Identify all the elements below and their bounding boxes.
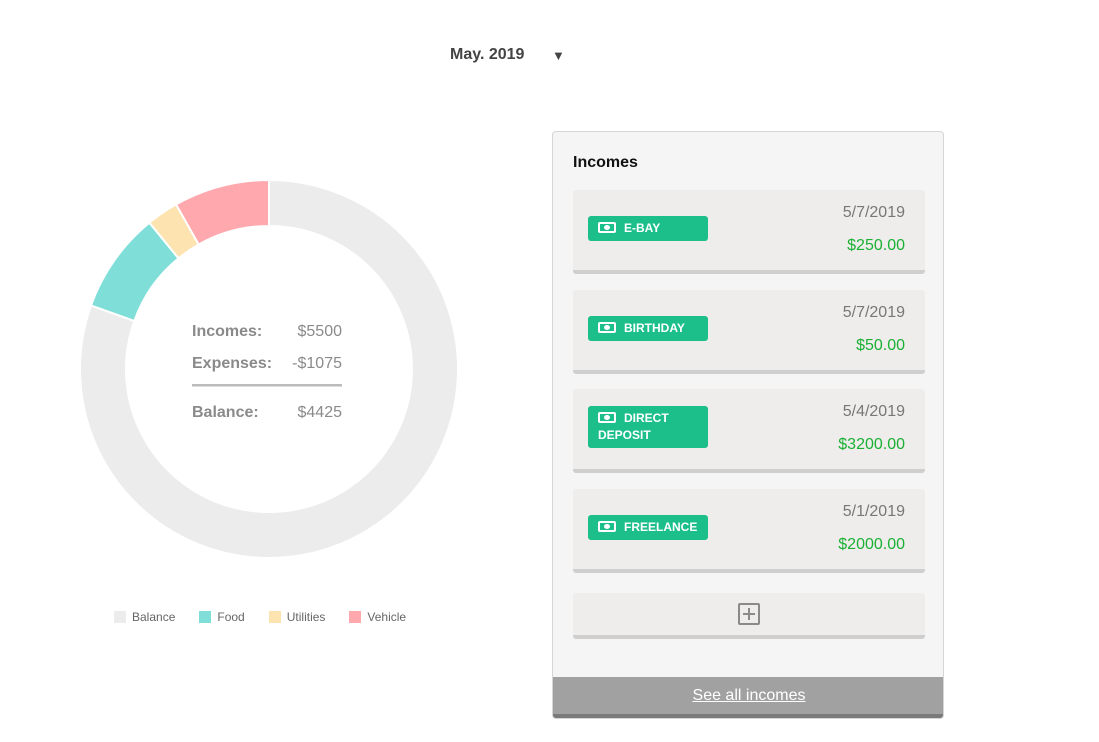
legend-item-vehicle[interactable]: Vehicle xyxy=(349,610,406,624)
legend-swatch xyxy=(199,611,212,623)
income-date: 5/7/2019 xyxy=(842,204,905,221)
summary-expenses-value: -$1075 xyxy=(292,355,342,372)
income-amount: $2000.00 xyxy=(838,536,905,553)
income-name: BIRTHDAY xyxy=(624,321,685,335)
incomes-panel: Incomes E-BAY 5/7/2019 $250.00 BIRTHDAY … xyxy=(552,131,944,719)
summary-balance-value: $4425 xyxy=(297,404,343,421)
legend-swatch xyxy=(268,611,281,623)
income-amount: $250.00 xyxy=(847,237,905,254)
legend-label: Food xyxy=(217,610,245,624)
month-select[interactable]: May. 2019 ▼ xyxy=(450,46,565,64)
income-amount: $3200.00 xyxy=(838,436,905,453)
month-select-value: May. 2019 xyxy=(450,46,525,63)
summary-incomes-value: $5500 xyxy=(297,323,343,340)
legend-swatch xyxy=(114,611,126,623)
money-icon xyxy=(598,521,616,532)
summary-balance-label: Balance: xyxy=(192,404,259,421)
add-income-button[interactable] xyxy=(573,593,925,639)
summary-expenses-label: Expenses: xyxy=(192,355,273,372)
plus-square-icon xyxy=(738,603,760,625)
income-amount: $50.00 xyxy=(856,337,905,354)
summary-expenses-row: Expenses: -$1075 xyxy=(192,348,342,380)
money-icon xyxy=(598,222,616,233)
income-date: 5/4/2019 xyxy=(842,403,905,420)
chart-legend: Balance Food Utilities Vehicle xyxy=(114,610,430,624)
legend-swatch xyxy=(349,611,362,623)
legend-label: Utilities xyxy=(286,610,326,624)
legend-item-balance[interactable]: Balance xyxy=(114,610,175,624)
income-tag: DIRECT DEPOSIT xyxy=(588,406,708,448)
incomes-panel-title: Incomes xyxy=(573,154,638,171)
income-item-direct-deposit[interactable]: DIRECT DEPOSIT 5/4/2019 $3200.00 xyxy=(573,389,925,473)
caret-down-icon: ▼ xyxy=(552,47,565,63)
summary-balance-row: Balance: $4425 xyxy=(192,397,342,429)
income-name: FREELANCE xyxy=(624,520,698,534)
income-date: 5/7/2019 xyxy=(842,304,905,321)
legend-label: Balance xyxy=(132,610,176,624)
summary-incomes-row: Incomes: $5500 xyxy=(192,316,342,348)
see-all-incomes-link[interactable]: See all incomes xyxy=(693,687,806,705)
income-tag: E-BAY xyxy=(588,216,708,241)
legend-item-utilities[interactable]: Utilities xyxy=(268,610,326,624)
balance-summary: Incomes: $5500 Expenses: -$1075 Balance:… xyxy=(192,316,342,429)
legend-label: Vehicle xyxy=(367,610,407,624)
income-item-freelance[interactable]: FREELANCE 5/1/2019 $2000.00 xyxy=(573,489,925,573)
summary-incomes-label: Incomes: xyxy=(192,323,263,340)
summary-divider xyxy=(192,384,342,387)
income-date: 5/1/2019 xyxy=(842,503,905,520)
income-tag: BIRTHDAY xyxy=(588,316,708,341)
money-icon xyxy=(598,322,616,333)
money-icon xyxy=(598,412,616,423)
income-item-birthday[interactable]: BIRTHDAY 5/7/2019 $50.00 xyxy=(573,290,925,374)
see-all-incomes-bar: See all incomes xyxy=(553,677,943,718)
income-item-ebay[interactable]: E-BAY 5/7/2019 $250.00 xyxy=(573,190,925,274)
income-tag: FREELANCE xyxy=(588,515,708,540)
legend-item-food[interactable]: Food xyxy=(199,610,245,624)
income-name: E-BAY xyxy=(624,221,661,235)
